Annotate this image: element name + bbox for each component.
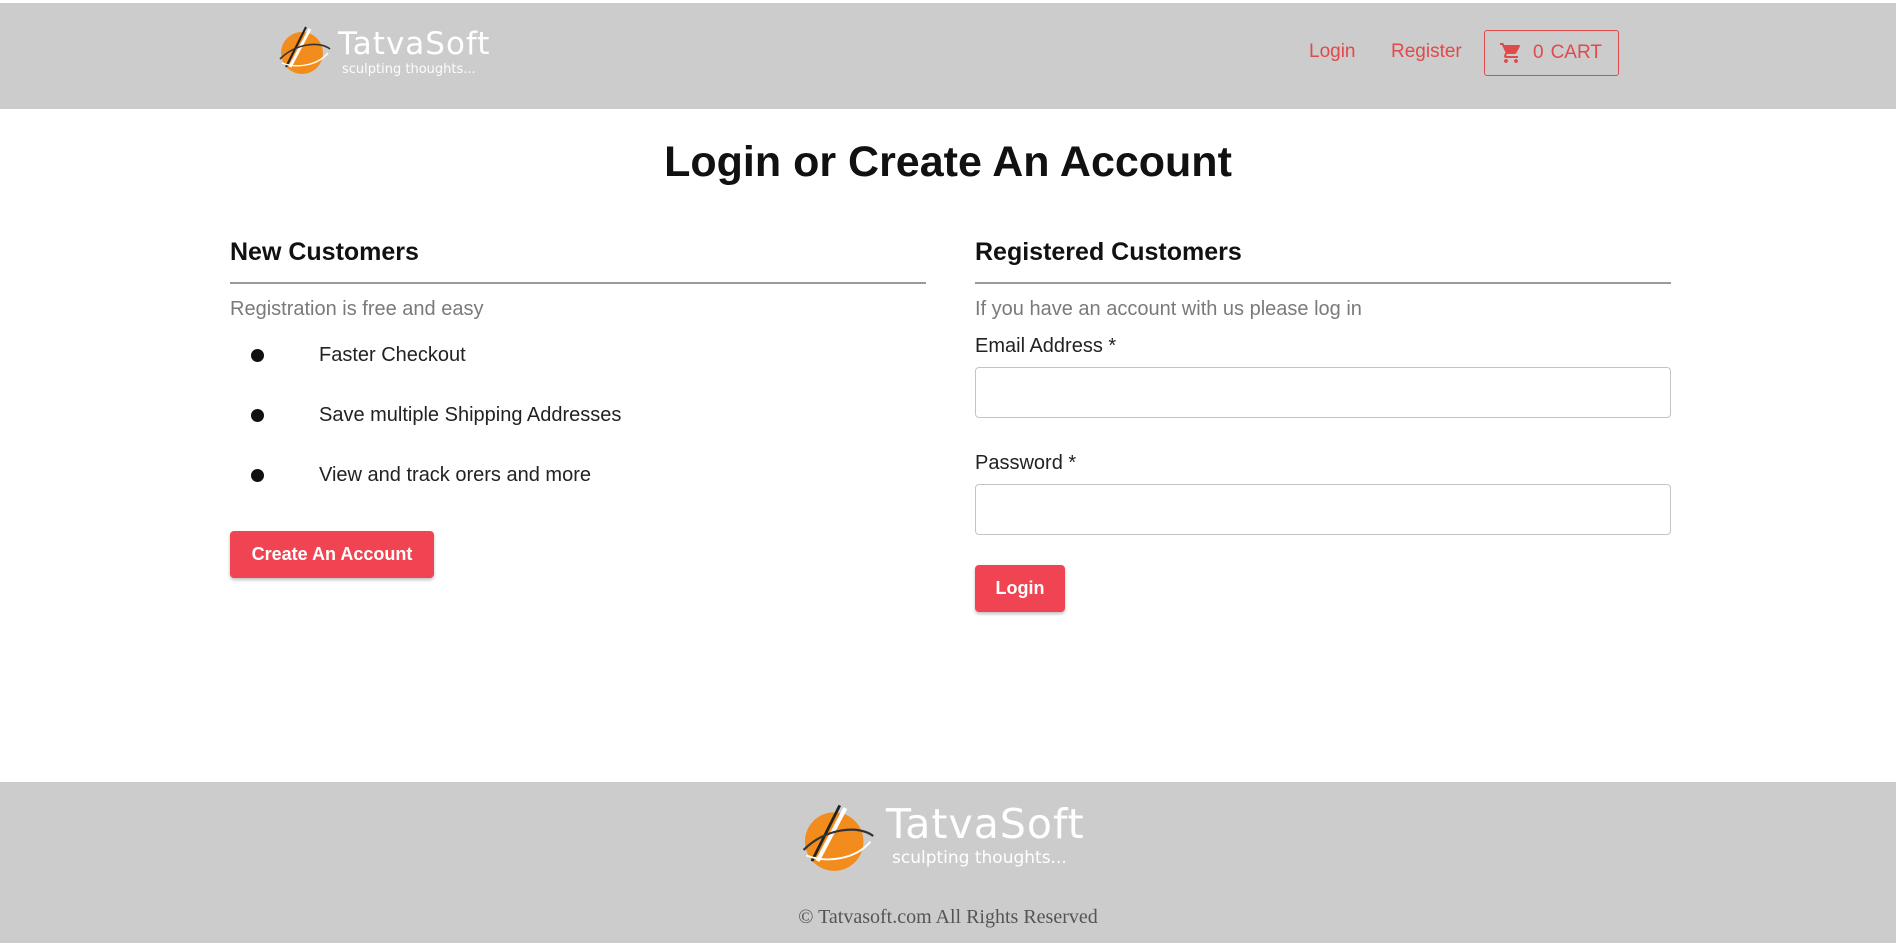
feature-text: Save multiple Shipping Addresses bbox=[319, 404, 622, 426]
list-item: View and track orers and more bbox=[230, 463, 926, 523]
bullet-icon bbox=[251, 409, 264, 422]
nav-register-link[interactable]: Register bbox=[1391, 41, 1462, 63]
password-field[interactable] bbox=[975, 484, 1671, 535]
new-customers-subtitle: Registration is free and easy bbox=[230, 298, 484, 320]
new-customers-section: New Customers Registration is free and e… bbox=[230, 237, 926, 523]
nav-login-link[interactable]: Login bbox=[1309, 41, 1356, 63]
cart-label: CART bbox=[1550, 42, 1602, 63]
header-logo[interactable]: TatvaSoft sculpting thoughts... bbox=[276, 23, 490, 76]
footer-brand-text: TatvaSoft sculpting thoughts... bbox=[886, 804, 1085, 867]
email-field[interactable] bbox=[975, 367, 1671, 418]
registered-customers-section: Registered Customers If you have an acco… bbox=[975, 237, 1671, 321]
tatvasoft-logo-icon bbox=[279, 26, 331, 74]
site-header: TatvaSoft sculpting thoughts... Login Re… bbox=[0, 3, 1896, 109]
brand-name: TatvaSoft bbox=[338, 26, 491, 62]
copyright-text: © Tatvasoft.com All Rights Reserved bbox=[798, 906, 1098, 928]
list-item: Save multiple Shipping Addresses bbox=[230, 403, 926, 463]
page-title: Login or Create An Account bbox=[664, 138, 1232, 186]
footer-logo[interactable]: TatvaSoft sculpting thoughts... bbox=[798, 799, 1085, 873]
brand-tagline: sculpting thoughts... bbox=[342, 62, 476, 77]
feature-list: Faster Checkout Save multiple Shipping A… bbox=[230, 343, 926, 523]
registered-customers-heading: Registered Customers bbox=[975, 238, 1242, 266]
tatvasoft-logo-icon bbox=[802, 804, 874, 871]
section-divider bbox=[975, 282, 1671, 284]
page: TatvaSoft sculpting thoughts... Login Re… bbox=[0, 0, 1896, 943]
section-divider bbox=[230, 282, 926, 284]
shopping-cart-icon bbox=[1500, 43, 1521, 63]
email-label: Email Address * bbox=[975, 335, 1117, 357]
list-item: Faster Checkout bbox=[230, 343, 926, 403]
create-account-button[interactable]: Create An Account bbox=[230, 531, 434, 578]
footer-brand-name: TatvaSoft bbox=[886, 800, 1085, 848]
cart-button[interactable]: 0 CART bbox=[1484, 30, 1619, 76]
header-brand-text: TatvaSoft sculpting thoughts... bbox=[338, 26, 491, 77]
footer-brand-tagline: sculpting thoughts... bbox=[892, 848, 1067, 868]
registered-customers-subtitle: If you have an account with us please lo… bbox=[975, 298, 1362, 320]
feature-text: View and track orers and more bbox=[319, 464, 591, 486]
feature-text: Faster Checkout bbox=[319, 344, 466, 366]
password-label: Password * bbox=[975, 452, 1077, 474]
bullet-icon bbox=[251, 349, 264, 362]
login-button[interactable]: Login bbox=[975, 565, 1065, 612]
cart-count: 0 bbox=[1533, 42, 1544, 63]
new-customers-heading: New Customers bbox=[230, 238, 419, 266]
site-footer: TatvaSoft sculpting thoughts... © Tatvas… bbox=[0, 782, 1896, 943]
bullet-icon bbox=[251, 469, 264, 482]
